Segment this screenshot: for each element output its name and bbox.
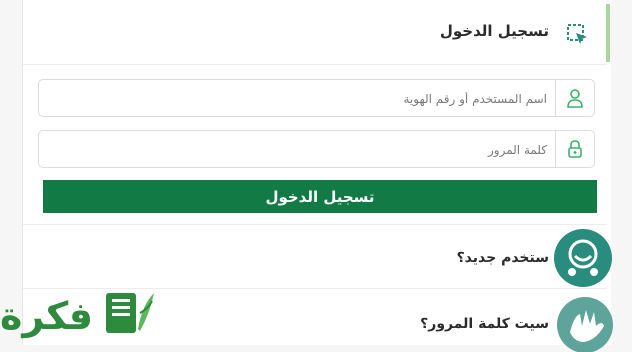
password-field (38, 130, 595, 169)
fikra-watermark: فكرة (0, 294, 94, 338)
new-user-icon (554, 229, 612, 287)
lock-icon (568, 140, 582, 158)
login-header: تسجيل الدخول (23, 0, 607, 65)
fikra-logo-icon (106, 293, 154, 333)
forgot-password-label: سيت كلمة المرور؟ (420, 316, 549, 332)
lock-icon-cell (555, 131, 594, 167)
page-title: تسجيل الدخول (439, 22, 549, 40)
password-input[interactable] (85, 131, 549, 169)
hand-help-icon (557, 297, 613, 352)
cursor-select-icon (567, 24, 587, 44)
username-field (38, 79, 595, 118)
user-icon-cell (555, 80, 594, 116)
username-input[interactable] (85, 80, 549, 118)
header-accent-bar (606, 4, 610, 62)
login-button[interactable]: تسجيل الدخول (43, 180, 597, 213)
new-user-row[interactable]: ستخدم جديد؟ (23, 224, 607, 289)
new-user-label: ستخدم جديد؟ (456, 250, 549, 266)
user-icon (567, 89, 583, 108)
